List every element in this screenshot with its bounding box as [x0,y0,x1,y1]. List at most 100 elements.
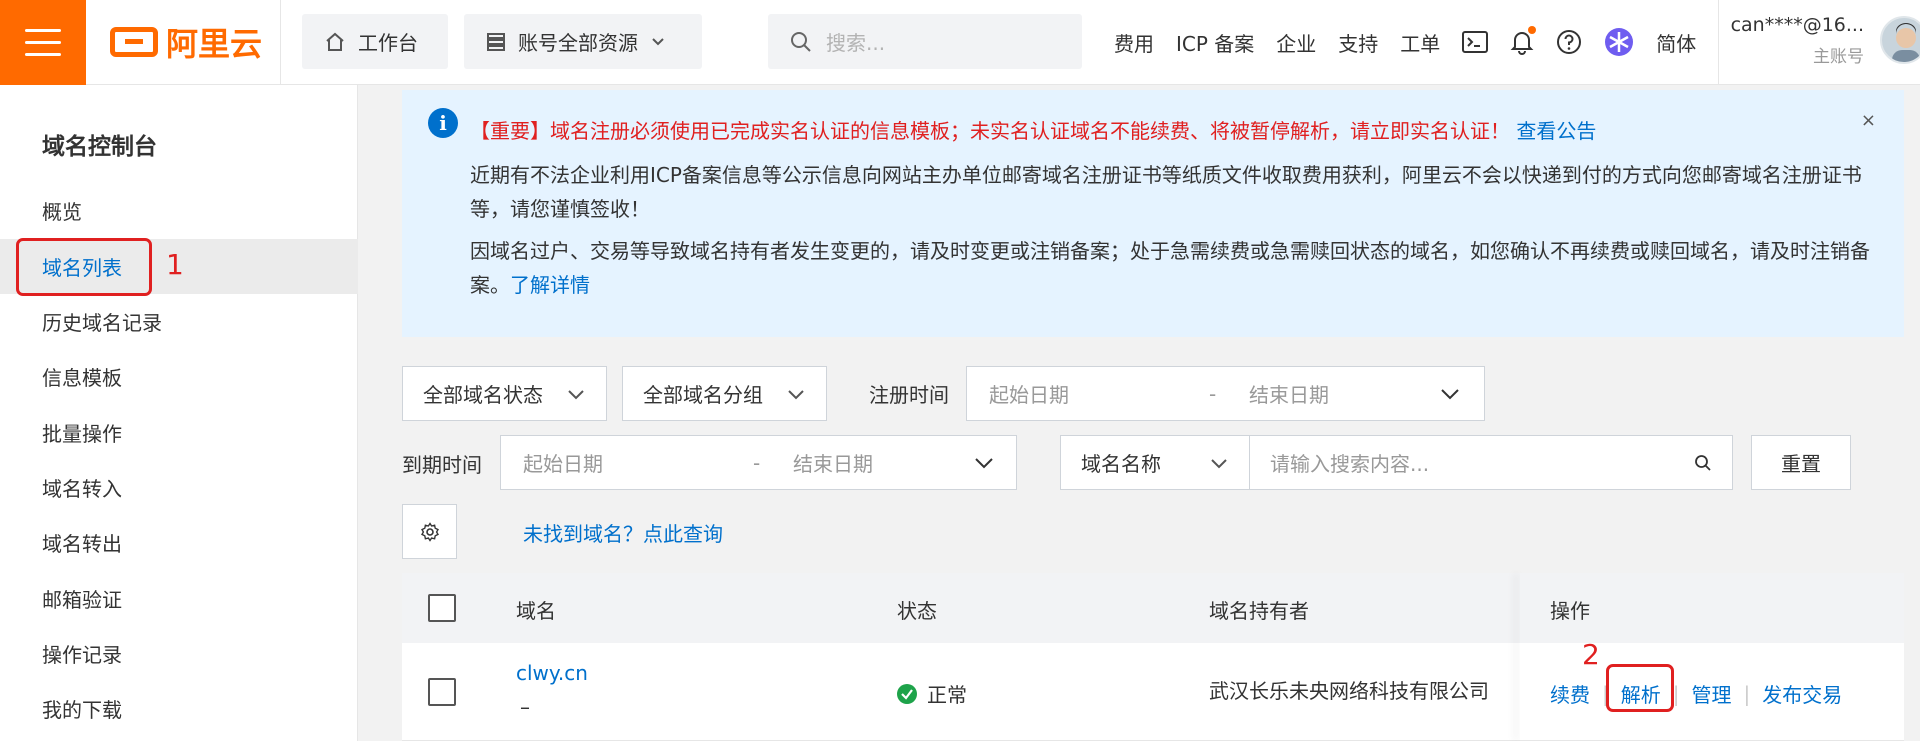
domain-link[interactable]: clwy.cn [516,661,588,685]
logo-text: 阿里云 [166,25,263,63]
check-circle-icon [897,683,917,704]
search-icon [790,31,812,53]
reg-date-range-picker[interactable]: 起始日期 - 结束日期 [966,366,1485,421]
menu-icon [25,29,61,32]
range-separator: - [1209,381,1217,406]
highlight-box-step2 [1606,664,1674,712]
user-account[interactable]: can****@16... 主账号 [1724,14,1864,67]
sidebar-item-transfer-in[interactable]: 域名转入 [0,460,358,515]
status-text: 正常 [927,683,967,707]
nav-ticket[interactable]: 工单 [1400,28,1440,57]
table-row: clwy.cn – 正常 武汉长乐未央网络科技有限公司 续费 | 解析 | 管理… [402,643,1904,741]
nav-enterprise[interactable]: 企业 [1276,28,1316,57]
table-header: 域名 状态 域名持有者 操作 [402,573,1904,643]
logo-mark-icon [110,27,158,57]
notice-para-1: 近期有不法企业利用ICP备案信息等公示信息向网站主办单位邮寄域名注册证书等纸质文… [470,163,1862,221]
search-field-value: 域名名称 [1081,452,1161,476]
chevron-down-icon [566,384,586,404]
status-select-value: 全部域名状态 [423,383,543,407]
resource-scope-dropdown[interactable]: 账号全部资源 [464,14,702,69]
sidebar-item-templates[interactable]: 信息模板 [0,349,358,404]
sidebar-item-history[interactable]: 历史域名记录 [0,294,358,349]
avatar[interactable] [1880,16,1920,64]
info-icon: i [428,108,458,138]
reg-start-date[interactable]: 起始日期 [989,379,1209,408]
chevron-down-icon [1439,383,1461,405]
notice-para-2-text: 因域名过户、交易等导致域名持有者发生变更的，请及时变更或注销备案；处于急需续费或… [470,239,1870,297]
sidebar-item-downloads[interactable]: 我的下载 [0,681,358,736]
top-nav: 费用 ICP 备案 企业 支持 工单 简体 [1114,26,1718,57]
terminal-icon[interactable] [1462,31,1489,53]
step-1-label: 1 [166,248,184,281]
sidebar-item-op-log[interactable]: 操作记录 [0,626,358,681]
close-icon[interactable]: × [1861,110,1876,131]
expire-start-date[interactable]: 起始日期 [523,448,753,477]
sidebar-item-email-verify[interactable]: 邮箱验证 [0,571,358,626]
reset-button[interactable]: 重置 [1751,435,1851,490]
step-2-label: 2 [1582,638,1600,671]
actions-cell: 续费 | 解析 | 管理 | 发布交易 [1550,679,1842,708]
workbench-button[interactable]: 工作台 [302,14,448,69]
ai-assistant-icon[interactable] [1604,27,1634,57]
notice-banner: i 【重要】域名注册必须使用已完成实名认证的信息模板；未实名认证域名不能续费、将… [402,90,1904,337]
nav-billing[interactable]: 费用 [1114,28,1154,57]
sidebar-item-transfer-out[interactable]: 域名转出 [0,515,358,570]
domain-search-input[interactable]: 请输入搜索内容... [1249,435,1733,490]
global-search-input[interactable]: 搜索... [768,14,1082,69]
row-checkbox[interactable] [428,678,456,706]
reg-end-date[interactable]: 结束日期 [1249,379,1439,408]
hamburger-menu-button[interactable] [0,0,86,85]
nav-icp[interactable]: ICP 备案 [1176,28,1254,57]
user-role: 主账号 [1813,47,1864,67]
home-icon [324,31,346,53]
range-separator: - [753,450,761,475]
bell-icon[interactable] [1510,26,1537,55]
nav-support[interactable]: 支持 [1338,28,1378,57]
resource-scope-label: 账号全部资源 [518,31,638,55]
top-bar: 阿里云 工作台 账号全部资源 搜索... 费用 ICP 备案 企业 支持 工单 [0,0,1920,85]
search-icon[interactable] [1694,454,1712,472]
search-field-select[interactable]: 域名名称 [1060,435,1250,490]
settings-button[interactable] [402,504,457,559]
sidebar: 域名控制台 概览 域名列表 历史域名记录 信息模板 批量操作 域名转入 域名转出… [0,85,358,741]
important-notice: 【重要】域名注册必须使用已完成实名认证的信息模板；未实名认证域名不能续费、将被暂… [470,114,1880,148]
manage-link[interactable]: 管理 [1692,679,1732,708]
group-select[interactable]: 全部域名分组 [622,366,827,421]
status-select[interactable]: 全部域名状态 [402,366,607,421]
chevron-down-icon [1209,453,1229,473]
domain-search-placeholder: 请输入搜索内容... [1270,452,1430,476]
learn-more-link[interactable]: 了解详情 [510,273,590,297]
sidebar-item-overview[interactable]: 概览 [0,183,358,238]
workbench-label: 工作台 [358,31,418,55]
chevron-down-icon [650,34,666,50]
language-switch[interactable]: 简体 [1656,28,1696,57]
aliyun-logo[interactable]: 阿里云 [110,22,263,63]
renew-link[interactable]: 续费 [1550,679,1590,708]
col-owner: 域名持有者 [1209,599,1309,623]
expire-label: 到期时间 [402,453,482,477]
reg-time-label: 注册时间 [869,383,949,407]
group-select-value: 全部域名分组 [643,383,763,407]
status-cell: 正常 [897,679,967,708]
chevron-down-icon [786,384,806,404]
owner-cell: 武汉长乐未央网络科技有限公司 [1209,679,1489,703]
select-all-checkbox[interactable] [428,594,456,622]
expire-date-range-picker[interactable]: 起始日期 - 结束日期 [500,435,1017,490]
expire-end-date[interactable]: 结束日期 [793,448,973,477]
notice-para-2: 因域名过户、交易等导致域名持有者发生变更的，请及时变更或注销备案；处于急需续费或… [470,234,1880,302]
chevron-down-icon [973,452,995,474]
stack-icon [486,32,506,52]
col-actions: 操作 [1550,599,1590,623]
col-status: 状态 [897,599,937,623]
view-announcement-link[interactable]: 查看公告 [1516,119,1596,143]
gear-icon [420,521,440,542]
highlight-box-step1 [16,238,152,296]
domain-not-found-link[interactable]: 未找到域名？点此查询 [523,518,723,547]
col-domain: 域名 [516,599,556,623]
publish-trade-link[interactable]: 发布交易 [1762,679,1842,708]
user-name: can****@16... [1730,14,1864,36]
sidebar-item-batch[interactable]: 批量操作 [0,405,358,460]
help-icon[interactable] [1556,29,1582,55]
notification-dot [1528,26,1537,34]
search-placeholder: 搜索... [826,31,886,55]
